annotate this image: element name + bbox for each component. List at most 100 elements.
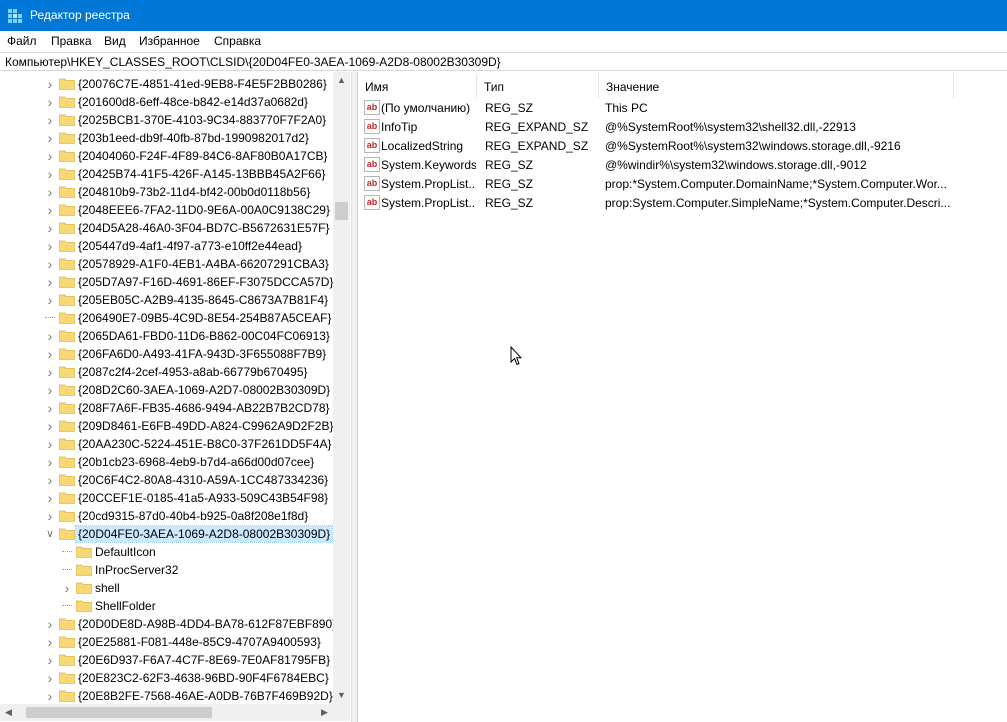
expand-chevron-icon[interactable]: › xyxy=(45,203,55,217)
tree-key[interactable]: › {209D8461-E6FB-49DD-A824-C9962A9D2F2B} xyxy=(0,417,334,435)
scroll-thumb-horizontal[interactable] xyxy=(26,707,212,718)
tree-key[interactable]: › {204810b9-73b2-11d4-bf42-00b0d0118b56} xyxy=(0,183,330,201)
expand-chevron-icon[interactable]: › xyxy=(45,617,55,631)
tree-horizontal-scrollbar[interactable]: ◀ ▶ xyxy=(0,704,333,721)
tree-key-label[interactable]: {20E25881-F081-448e-85C9-4707A9400593} xyxy=(76,634,323,650)
menu-file[interactable]: Файл xyxy=(7,34,37,48)
expand-chevron-icon[interactable]: › xyxy=(45,383,55,397)
column-header-name[interactable]: Имя xyxy=(358,74,477,98)
key-tree[interactable]: › {20076C7E-4851-41ed-9EB8-F4E5F2BB0286} ›… xyxy=(0,72,352,722)
tree-key-label[interactable]: {20cd9315-87d0-40b4-b925-0a8f208e1f8d} xyxy=(76,508,310,524)
address-path[interactable]: Компьютер\HKEY_CLASSES_ROOT\CLSID\{20D04… xyxy=(5,55,501,69)
tree-key-label[interactable]: {20CCEF1E-0185-41a5-A933-509C43B54F98} xyxy=(76,490,330,506)
value-row[interactable]: ab (По умолчанию) REG_SZ This PC xyxy=(358,98,1007,117)
value-row[interactable]: ab System.Keywords REG_SZ @%windir%\system3… xyxy=(358,155,1007,174)
tree-key[interactable]: › {208F7A6F-FB35-4686-9494-AB22B7B2CD78} xyxy=(0,399,330,417)
value-row[interactable]: ab LocalizedString REG_EXPAND_SZ @%SystemRo… xyxy=(358,136,1007,155)
expand-chevron-icon[interactable]: › xyxy=(45,149,55,163)
expand-chevron-icon[interactable]: › xyxy=(45,455,55,469)
tree-key[interactable]: › {204D5A28-46A0-3F04-BD7C-B5672631E57F} xyxy=(0,219,330,237)
expand-chevron-icon[interactable]: › xyxy=(45,671,55,685)
tree-key[interactable]: › {205D7A97-F16D-4691-86EF-F3075DCCA57D} xyxy=(0,273,334,291)
column-header-data[interactable]: Значение xyxy=(599,74,954,98)
expand-chevron-icon[interactable]: › xyxy=(45,653,55,667)
tree-vertical-scrollbar[interactable]: ▲ ▼ xyxy=(333,72,350,704)
expand-chevron-icon[interactable]: › xyxy=(45,491,55,505)
scroll-down-arrow-icon[interactable]: ▼ xyxy=(333,687,350,704)
expand-chevron-icon[interactable]: › xyxy=(45,347,55,361)
tree-key-label[interactable]: {2025BCB1-370E-4103-9C34-883770F7F2A0} xyxy=(76,112,328,128)
tree-key-label[interactable]: {20b1cb23-6968-4eb9-b7d4-a66d00d07cee} xyxy=(76,454,316,470)
expand-chevron-icon[interactable]: › xyxy=(45,509,55,523)
tree-key[interactable]: › {20076C7E-4851-41ed-9EB8-F4E5F2BB0286} xyxy=(0,75,330,93)
tree-key[interactable]: › {205EB05C-A2B9-4135-8645-C8673A7B81F4} xyxy=(0,291,330,309)
menu-view[interactable]: Вид xyxy=(104,34,126,48)
tree-key-label[interactable]: {204810b9-73b2-11d4-bf42-00b0d0118b56} xyxy=(76,184,312,200)
tree-key[interactable]: › {20404060-F24F-4F89-84C6-8AF80B0A17CB} xyxy=(0,147,330,165)
tree-key-label[interactable]: {205447d9-4af1-4f97-a773-e10ff2e44ead} xyxy=(76,238,304,254)
tree-key-label[interactable]: ShellFolder xyxy=(93,598,158,614)
tree-key-label[interactable]: {206490E7-09B5-4C9D-8E54-254B87A5CEAF} xyxy=(76,310,334,326)
tree-key-label[interactable]: {2065DA61-FBD0-11D6-B862-00C04FC06913} xyxy=(76,328,332,344)
tree-key-label[interactable]: {2087c2f4-2cef-4953-a8ab-66779b670495} xyxy=(76,364,310,380)
tree-subkey[interactable]: › shell xyxy=(0,579,330,597)
expand-chevron-icon[interactable]: › xyxy=(45,239,55,253)
expand-chevron-icon[interactable]: › xyxy=(45,167,55,181)
expand-chevron-icon[interactable]: › xyxy=(45,95,55,109)
tree-key-label[interactable]: {208F7A6F-FB35-4686-9494-AB22B7B2CD78} xyxy=(76,400,332,416)
tree-key[interactable]: › {20CCEF1E-0185-41a5-A933-509C43B54F98} xyxy=(0,489,330,507)
menu-help[interactable]: Справка xyxy=(214,34,261,48)
scroll-up-arrow-icon[interactable]: ▲ xyxy=(333,72,350,89)
tree-key-label[interactable]: {20D04FE0-3AEA-1069-A2D8-08002B30309D} xyxy=(74,525,334,543)
expand-chevron-icon[interactable]: › xyxy=(45,185,55,199)
expand-chevron-icon[interactable]: › xyxy=(45,329,55,343)
tree-key[interactable]: › {2087c2f4-2cef-4953-a8ab-66779b670495} xyxy=(0,363,330,381)
menu-favorites[interactable]: Избранное xyxy=(139,34,200,48)
tree-key[interactable]: › {20E8B2FE-7568-46AE-A0DB-76B7F469B92D} xyxy=(0,687,333,705)
expand-chevron-icon[interactable]: › xyxy=(45,257,55,271)
tree-key-label[interactable]: {20425B74-41F5-426F-A145-13BBB45A2F66} xyxy=(76,166,328,182)
tree-key-label[interactable]: {20E6D937-F6A7-4C7F-8E69-7E0AF81795FB} xyxy=(76,652,332,668)
tree-key[interactable]: › {2048EEE6-7FA2-11D0-9E6A-00A0C9138C29} xyxy=(0,201,330,219)
tree-key-label[interactable]: {20404060-F24F-4F89-84C6-8AF80B0A17CB} xyxy=(76,148,330,164)
expand-chevron-icon[interactable]: › xyxy=(45,635,55,649)
expand-chevron-icon[interactable]: › xyxy=(45,365,55,379)
tree-key[interactable]: › {20E823C2-62F3-4638-96BD-90F4F6784EBC} xyxy=(0,669,330,687)
tree-key[interactable]: ∨ {20D04FE0-3AEA-1069-A2D8-08002B30309D} xyxy=(0,525,334,543)
tree-key-label[interactable]: {209D8461-E6FB-49DD-A824-C9962A9D2F2B} xyxy=(76,418,336,434)
tree-key[interactable]: › {20578929-A1F0-4EB1-A4BA-66207291CBA3} xyxy=(0,255,330,273)
tree-key-label[interactable]: DefaultIcon xyxy=(93,544,158,560)
expand-chevron-icon[interactable]: › xyxy=(45,77,55,91)
expand-chevron-icon[interactable]: › xyxy=(45,401,55,415)
tree-key-label[interactable]: {20E823C2-62F3-4638-96BD-90F4F6784EBC} xyxy=(76,670,331,686)
tree-key-label[interactable]: {204D5A28-46A0-3F04-BD7C-B5672631E57F} xyxy=(76,220,332,236)
address-bar[interactable]: Компьютер\HKEY_CLASSES_ROOT\CLSID\{20D04… xyxy=(0,52,1007,71)
tree-key-label[interactable]: {203b1eed-db9f-40fb-87bd-1990982017d2} xyxy=(76,130,311,146)
tree-key[interactable]: › {20425B74-41F5-426F-A145-13BBB45A2F66} xyxy=(0,165,330,183)
collapse-chevron-icon[interactable]: ∨ xyxy=(45,528,55,540)
tree-key-label[interactable]: {206FA6D0-A493-41FA-943D-3F655088F7B9} xyxy=(76,346,328,362)
tree-key-label[interactable]: {20C6F4C2-80A8-4310-A59A-1CC487334236} xyxy=(76,472,330,488)
tree-subkey[interactable]: ShellFolder xyxy=(0,597,330,615)
tree-key-label[interactable]: shell xyxy=(93,580,122,596)
tree-key-label[interactable]: {20076C7E-4851-41ed-9EB8-F4E5F2BB0286} xyxy=(76,76,329,92)
tree-key-label[interactable]: {205EB05C-A2B9-4135-8645-C8673A7B81F4} xyxy=(76,292,330,308)
tree-key[interactable]: › {206FA6D0-A493-41FA-943D-3F655088F7B9} xyxy=(0,345,330,363)
expand-chevron-icon[interactable]: › xyxy=(45,113,55,127)
expand-chevron-icon[interactable]: › xyxy=(45,221,55,235)
expand-chevron-icon[interactable]: › xyxy=(45,473,55,487)
tree-key[interactable]: › {2025BCB1-370E-4103-9C34-883770F7F2A0} xyxy=(0,111,330,129)
expand-chevron-icon[interactable]: › xyxy=(45,275,55,289)
tree-key-label[interactable]: {20E8B2FE-7568-46AE-A0DB-76B7F469B92D} xyxy=(76,688,335,704)
expand-chevron-icon[interactable]: › xyxy=(45,437,55,451)
column-header-type[interactable]: Тип xyxy=(477,74,599,98)
tree-key-label[interactable]: {20D0DE8D-A98B-4DD4-BA78-612F87EBF890} xyxy=(76,616,338,632)
tree-key[interactable]: › {20D0DE8D-A98B-4DD4-BA78-612F87EBF890} xyxy=(0,615,337,633)
tree-key[interactable]: › {203b1eed-db9f-40fb-87bd-1990982017d2} xyxy=(0,129,330,147)
expand-chevron-icon[interactable]: › xyxy=(45,293,55,307)
expand-chevron-icon[interactable]: › xyxy=(45,419,55,433)
scroll-left-arrow-icon[interactable]: ◀ xyxy=(0,704,17,721)
values-list[interactable]: Имя Тип Значение ab (По умолчанию) REG_SZ T… xyxy=(357,72,1007,722)
tree-key[interactable]: › {20E25881-F081-448e-85C9-4707A9400593} xyxy=(0,633,330,651)
tree-subkey[interactable]: InProcServer32 xyxy=(0,561,330,579)
